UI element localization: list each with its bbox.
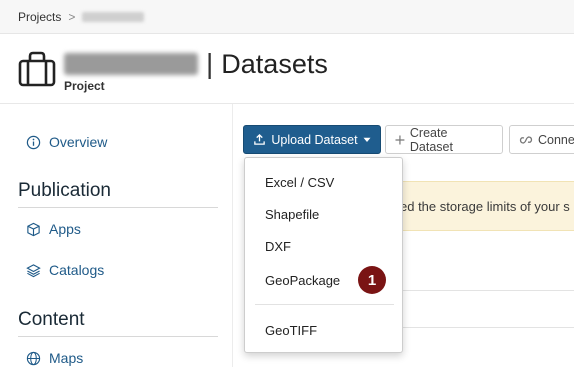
sidebar-divider (232, 104, 233, 367)
menu-item-dxf[interactable]: DXF (265, 239, 291, 254)
sidebar-item-maps[interactable]: Maps (26, 350, 83, 366)
breadcrumb-projects-link[interactable]: Projects (18, 10, 61, 24)
connect-label: Conne (538, 132, 574, 147)
upload-dataset-button[interactable]: Upload Dataset (243, 125, 381, 154)
globe-icon (26, 351, 41, 365)
title-separator: | (206, 48, 214, 79)
sidebar-item-catalogs[interactable]: Catalogs (26, 262, 104, 278)
sidebar-item-label: Overview (49, 134, 108, 150)
breadcrumb: Projects > (0, 0, 574, 34)
briefcase-icon (18, 51, 56, 87)
connect-button[interactable]: Conne (509, 125, 574, 154)
page-title: Datasets (221, 48, 328, 79)
link-icon (519, 135, 533, 144)
info-icon (26, 135, 41, 149)
title-row: | Datasets (64, 47, 328, 81)
upload-dropdown-menu: Excel / CSV Shapefile DXF GeoPackage Geo… (244, 157, 403, 353)
breadcrumb-separator: > (68, 9, 76, 24)
sidebar-item-label: Maps (49, 350, 84, 366)
menu-item-excel-csv[interactable]: Excel / CSV (265, 175, 334, 190)
upload-dataset-label: Upload Dataset (271, 132, 358, 147)
upload-icon (254, 133, 266, 145)
layers-icon (26, 263, 41, 277)
sidebar-item-overview[interactable]: Overview (26, 134, 107, 150)
cube-icon (27, 222, 40, 236)
page-header: | Datasets Project (0, 35, 574, 104)
menu-divider (255, 304, 394, 305)
project-name-redacted (64, 53, 198, 75)
caret-down-icon (363, 137, 371, 142)
page-subtitle: Project (64, 79, 105, 93)
create-dataset-button[interactable]: Create Dataset (385, 125, 503, 154)
plus-icon (395, 135, 405, 144)
sidebar-item-label: Catalogs (49, 262, 105, 278)
menu-item-geopackage[interactable]: GeoPackage (265, 273, 340, 288)
step-badge: 1 (358, 266, 386, 294)
section-heading-publication: Publication (18, 180, 218, 208)
breadcrumb-project-redacted[interactable] (82, 11, 145, 22)
sidebar-item-apps[interactable]: Apps (26, 221, 81, 237)
warning-text: ed the storage limits of your s (400, 198, 570, 214)
section-heading-content: Content (18, 309, 218, 337)
menu-item-geotiff[interactable]: GeoTIFF (265, 323, 317, 338)
menu-item-shapefile[interactable]: Shapefile (265, 207, 319, 222)
sidebar-item-label: Apps (49, 221, 81, 237)
create-dataset-label: Create Dataset (409, 125, 453, 154)
